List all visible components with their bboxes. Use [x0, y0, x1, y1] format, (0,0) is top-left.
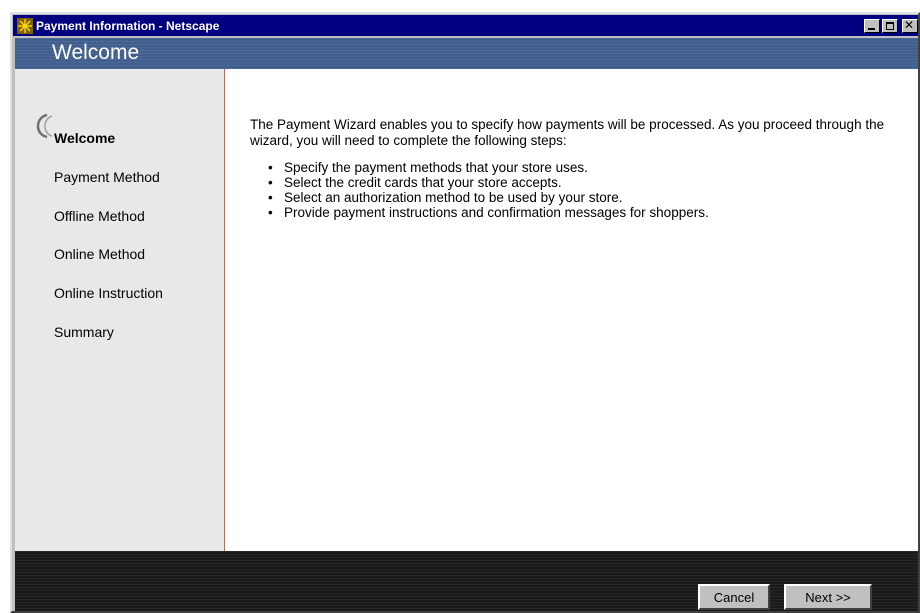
step-welcome: Welcome — [54, 130, 116, 146]
list-item: Specify the payment methods that your st… — [268, 160, 898, 175]
netscape-wheel-icon — [17, 17, 33, 34]
window-title: Payment Information - Netscape — [36, 18, 220, 33]
maximize-button[interactable] — [882, 18, 898, 33]
step-payment-method: Payment Method — [54, 169, 160, 185]
title-bar[interactable]: Payment Information - Netscape ✕ — [13, 15, 918, 36]
page-title: Welcome — [52, 41, 140, 64]
steps-list: Specify the payment methods that your st… — [250, 160, 898, 220]
main-panel: The Payment Wizard enables you to specif… — [226, 69, 918, 551]
minimize-icon — [868, 27, 875, 30]
maximize-icon — [886, 21, 894, 30]
window-controls: ✕ — [864, 17, 918, 33]
minimize-button[interactable] — [864, 18, 880, 33]
wizard-header: Welcome — [15, 38, 918, 69]
step-offline-method: Offline Method — [54, 208, 145, 224]
step-online-method: Online Method — [54, 246, 146, 262]
wizard-steps-sidebar: Welcome Payment Method Offline Method On… — [15, 69, 225, 551]
wizard-content: Welcome Payment Method Offline Method On… — [15, 69, 918, 551]
step-online-instruction: Online Instruction — [54, 285, 163, 301]
list-item: Select the credit cards that your store … — [268, 175, 898, 190]
close-button[interactable]: ✕ — [902, 17, 918, 33]
intro-text: The Payment Wizard enables you to specif… — [250, 117, 885, 148]
close-icon: ✕ — [904, 17, 915, 32]
crescent-marker-icon — [36, 113, 53, 139]
wizard-footer: Cancel Next >> — [15, 551, 918, 611]
next-button[interactable]: Next >> — [784, 584, 872, 610]
list-item: Select an authorization method to be use… — [268, 190, 898, 205]
step-summary: Summary — [54, 324, 114, 340]
cancel-button[interactable]: Cancel — [698, 584, 770, 610]
list-item: Provide payment instructions and confirm… — [268, 205, 898, 220]
browser-window: Payment Information - Netscape ✕ Welcome… — [10, 12, 920, 613]
